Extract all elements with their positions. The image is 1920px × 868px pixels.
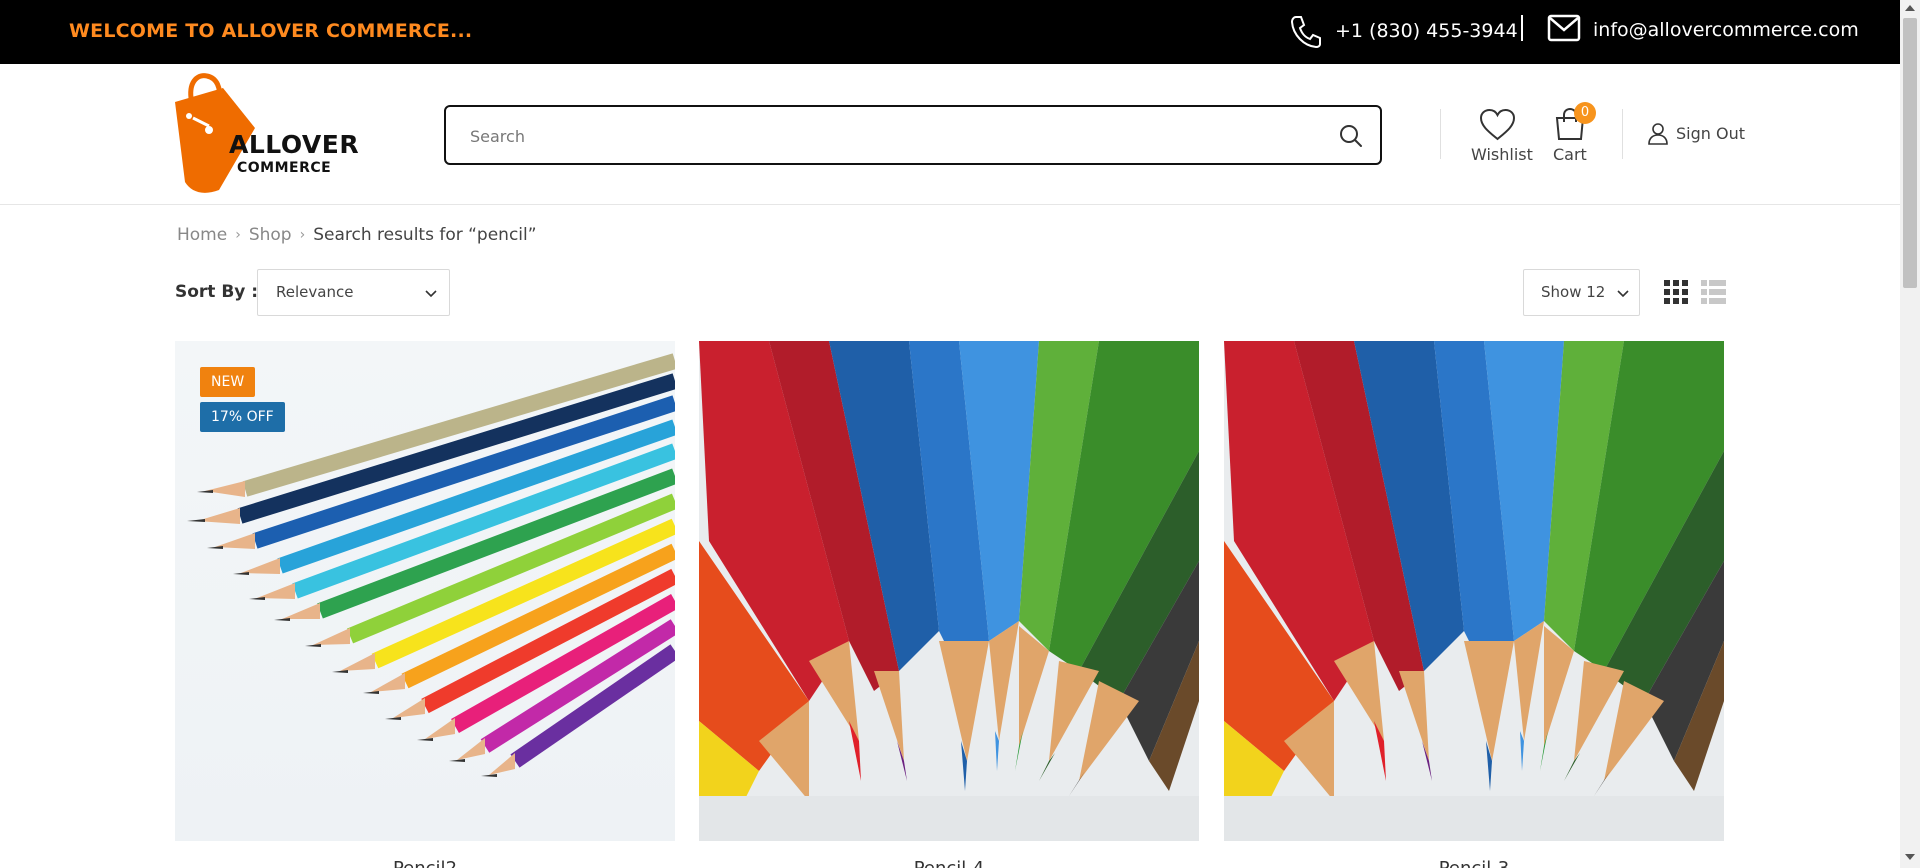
product-image[interactable] — [699, 341, 1199, 841]
top-bar: WELCOME TO ALLOVER COMMERCE... +1 (830) … — [0, 0, 1900, 64]
chevron-down-icon — [1617, 290, 1629, 298]
colored-pencils-fan-image — [699, 341, 1199, 841]
main-header: ALLOVER COMMERCE Wishlist 0 Cart Sign Ou… — [0, 64, 1900, 205]
product-image[interactable] — [1224, 341, 1724, 841]
search-icon[interactable] — [1338, 123, 1364, 149]
user-icon[interactable] — [1648, 123, 1668, 145]
logo-text-secondary: COMMERCE — [237, 160, 332, 176]
email-address[interactable]: info@allovercommerce.com — [1593, 19, 1859, 41]
product-name[interactable]: Pencil-3 — [1224, 858, 1724, 868]
cart-label[interactable]: Cart — [1553, 145, 1587, 164]
logo-text-primary: ALLOVER — [229, 130, 360, 159]
show-count-value: Show 12 — [1541, 283, 1606, 301]
page-scrollbar[interactable] — [1900, 0, 1920, 868]
scrollbar-thumb[interactable] — [1903, 18, 1917, 288]
phone-icon — [1290, 16, 1321, 48]
sort-by-label: Sort By : — [175, 282, 259, 302]
new-badge: NEW — [200, 367, 256, 397]
product-card[interactable]: Pencil-4 — [699, 341, 1199, 868]
sort-select[interactable]: Relevance — [257, 269, 450, 316]
product-card[interactable]: NEW 17% OFF Pencil2 — [175, 341, 675, 868]
header-divider — [1622, 109, 1623, 159]
product-name[interactable]: Pencil2 — [175, 858, 675, 868]
search-box — [444, 105, 1382, 165]
search-input[interactable] — [470, 123, 1290, 149]
breadcrumb-home[interactable]: Home — [177, 225, 227, 245]
show-count-select[interactable]: Show 12 — [1523, 269, 1640, 316]
wishlist-label[interactable]: Wishlist — [1471, 145, 1533, 164]
welcome-text: WELCOME TO ALLOVER COMMERCE... — [69, 20, 473, 42]
chevron-right-icon: › — [299, 227, 306, 243]
product-name[interactable]: Pencil-4 — [699, 858, 1199, 868]
header-divider — [1440, 109, 1441, 159]
sort-select-value: Relevance — [276, 283, 354, 301]
grid-view-icon[interactable] — [1664, 280, 1688, 304]
scroll-down-arrow-icon[interactable] — [1905, 854, 1915, 860]
heart-icon[interactable] — [1479, 108, 1516, 141]
phone-number[interactable]: +1 (830) 455-3944 — [1335, 20, 1518, 42]
breadcrumb-current: Search results for “pencil” — [313, 225, 537, 245]
product-card[interactable]: Pencil-3 — [1224, 341, 1724, 868]
sign-out-link[interactable]: Sign Out — [1676, 124, 1745, 143]
mail-icon — [1547, 14, 1581, 42]
list-view-icon[interactable] — [1701, 280, 1726, 304]
chevron-right-icon: › — [235, 227, 241, 243]
topbar-divider — [1521, 15, 1523, 41]
breadcrumb: Home › Shop › Search results for “pencil… — [177, 225, 537, 245]
scroll-up-arrow-icon[interactable] — [1905, 5, 1915, 11]
chevron-down-icon — [425, 290, 437, 298]
breadcrumb-shop[interactable]: Shop — [249, 225, 292, 245]
colored-pencils-fan-image — [1224, 341, 1724, 841]
discount-badge: 17% OFF — [200, 402, 285, 432]
cart-count-badge: 0 — [1574, 102, 1596, 124]
